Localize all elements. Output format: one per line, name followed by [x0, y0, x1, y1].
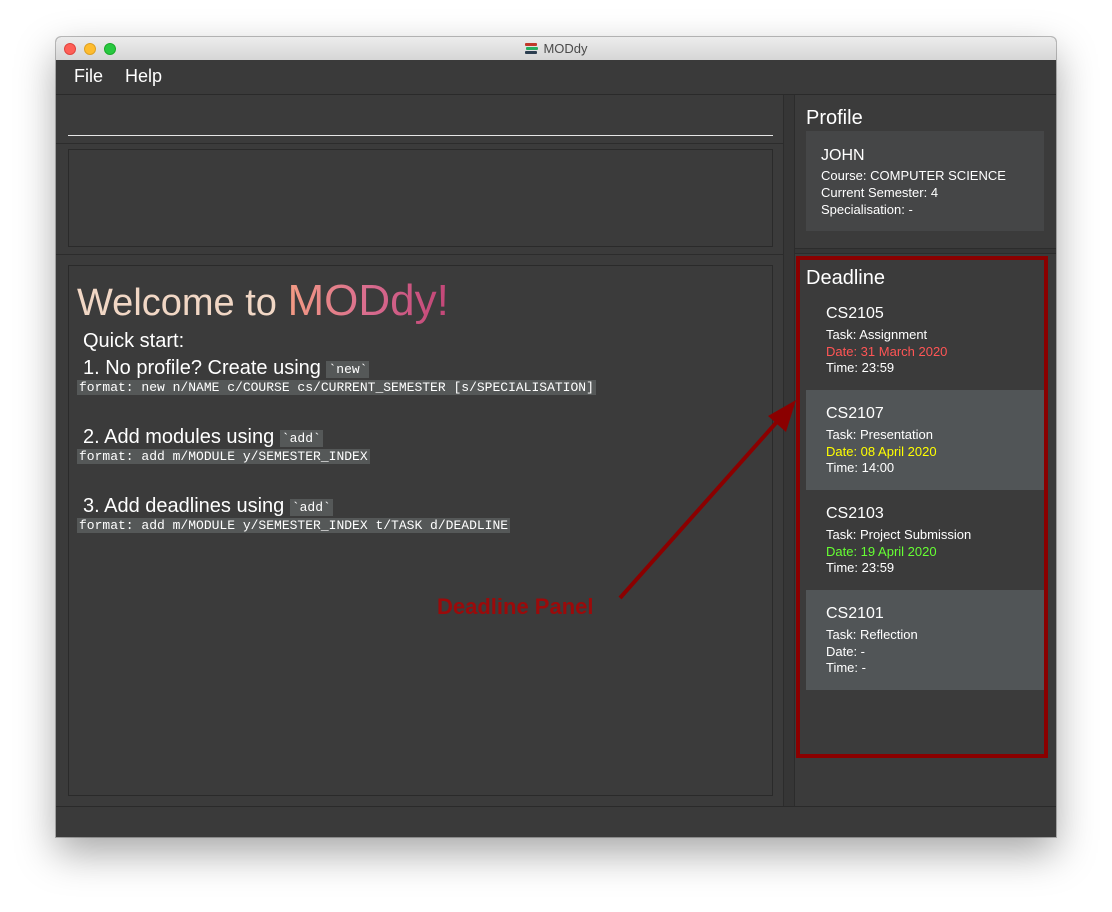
welcome-exclaim: !: [436, 276, 449, 325]
step-keyword: `add`: [279, 430, 323, 447]
step-text: 2. Add modules using: [83, 426, 280, 448]
step-format: format: add m/MODULE y/SEMESTER_INDEX: [77, 449, 370, 464]
step-text: 3. Add deadlines using: [83, 495, 290, 517]
annotation-highlight-box: [796, 256, 1048, 758]
title-bar[interactable]: MODdy: [56, 37, 1056, 61]
step-3: 3. Add deadlines using `add`: [83, 495, 333, 518]
command-input[interactable]: [68, 111, 773, 136]
step-format: format: add m/MODULE y/SEMESTER_INDEX t/…: [77, 518, 511, 533]
main-panel: Welcome to MODdy! Quick start: 1. No pro…: [56, 95, 783, 806]
welcome-panel: Welcome to MODdy! Quick start: 1. No pro…: [68, 265, 773, 796]
step-keyword: `add`: [289, 499, 333, 516]
window-title-wrap: MODdy: [56, 37, 1056, 60]
step-format: format: new n/NAME c/COURSE cs/CURRENT_S…: [77, 380, 596, 395]
divider: [795, 248, 1056, 254]
step-keyword: `new`: [326, 361, 370, 378]
step-text: 1. No profile? Create using: [83, 357, 327, 379]
profile-specialisation: Specialisation: -: [821, 202, 913, 217]
profile-card: JOHN Course: COMPUTER SCIENCE Current Se…: [806, 131, 1044, 231]
menu-file[interactable]: File: [74, 66, 103, 87]
divider: [56, 143, 783, 144]
welcome-prefix: Welcome to: [77, 282, 288, 324]
step-2: 2. Add modules using `add`: [83, 426, 323, 449]
quick-start-heading: Quick start:: [83, 330, 185, 352]
profile-course: Course: COMPUTER SCIENCE: [821, 168, 1006, 183]
menu-help[interactable]: Help: [125, 66, 162, 87]
divider: [56, 254, 783, 255]
annotation-label: Deadline Panel: [437, 594, 594, 619]
welcome-app-name: MODdy: [287, 276, 437, 325]
books-icon: [524, 42, 539, 55]
result-display: [68, 149, 773, 247]
status-bar: [56, 806, 1056, 837]
profile-semester: Current Semester: 4: [821, 185, 939, 200]
step-1: 1. No profile? Create using `new`: [83, 357, 370, 380]
split-pane-divider[interactable]: [783, 95, 795, 806]
menu-bar: File Help: [56, 60, 1056, 95]
profile-title: Profile: [806, 107, 863, 129]
welcome-title: Welcome to MODdy!: [77, 278, 449, 326]
profile-name: JOHN: [821, 147, 865, 164]
window-title: MODdy: [543, 41, 588, 56]
